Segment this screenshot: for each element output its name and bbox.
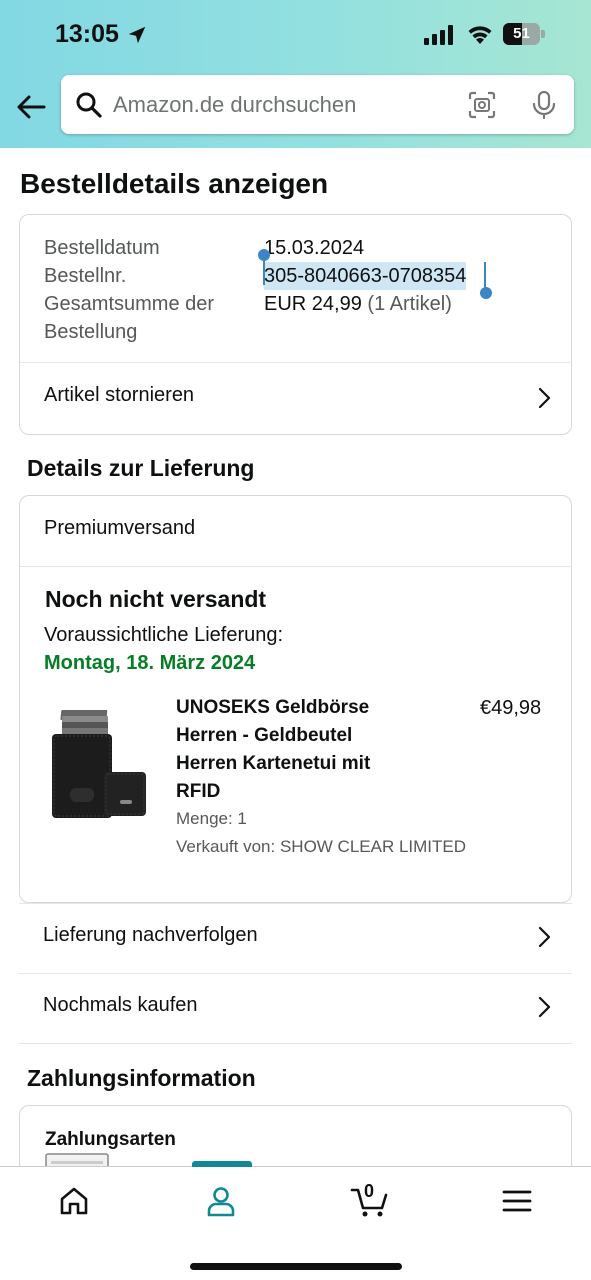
payment-methods-label: Zahlungsarten bbox=[45, 1129, 176, 1150]
battery-shell: 51 bbox=[503, 23, 540, 45]
bottom-navigation: 0 bbox=[0, 1161, 591, 1280]
app-header: 13:05 51 bbox=[0, 0, 591, 148]
home-indicator bbox=[190, 1263, 402, 1270]
expected-delivery-date: Montag, 18. März 2024 bbox=[44, 652, 256, 674]
cellular-signal-icon bbox=[424, 25, 453, 45]
order-total-items: (1 Artikel) bbox=[367, 293, 452, 315]
back-arrow-icon[interactable] bbox=[14, 90, 48, 124]
order-date-label: Bestelldatum bbox=[44, 237, 160, 259]
delivery-card: Premiumversand Noch nicht versandt Vorau… bbox=[19, 495, 572, 903]
product-title[interactable]: UNOSEKS Geldbörse Herren - Geldbeutel He… bbox=[176, 694, 426, 806]
order-number-value[interactable]: 305-8040663-0708354 bbox=[264, 262, 467, 290]
battery-indicator: 51 bbox=[503, 23, 545, 45]
home-icon[interactable] bbox=[57, 1184, 91, 1218]
chevron-right-icon bbox=[538, 996, 551, 1018]
expected-delivery-label: Voraussichtliche Lieferung: bbox=[44, 624, 284, 646]
order-date-value: 15.03.2024 bbox=[264, 237, 365, 259]
shipping-method: Premiumversand bbox=[44, 517, 196, 539]
status-time: 13:05 bbox=[55, 20, 119, 48]
order-summary-card: Bestelldatum 15.03.2024 Bestellnr. 305-8… bbox=[19, 214, 572, 435]
battery-nub bbox=[541, 30, 545, 38]
order-total-label-line2: Bestellung bbox=[44, 321, 138, 343]
order-total-label-line1: Gesamtsumme der bbox=[44, 293, 215, 315]
selection-end-bar bbox=[484, 262, 486, 290]
active-tab-indicator bbox=[192, 1161, 252, 1167]
order-total-value: EUR 24,99 (1 Artikel) bbox=[264, 290, 452, 318]
product-image[interactable] bbox=[50, 704, 150, 824]
page-title: Bestelldetails anzeigen bbox=[20, 168, 329, 199]
divider bbox=[20, 566, 570, 567]
search-input[interactable] bbox=[113, 85, 453, 125]
camera-scan-icon[interactable] bbox=[468, 91, 496, 119]
shipment-status: Noch nicht versandt bbox=[45, 586, 267, 612]
search-bar[interactable] bbox=[61, 75, 574, 134]
buy-again-row[interactable]: Nochmals kaufen bbox=[19, 973, 572, 1043]
payment-section-title: Zahlungsinformation bbox=[27, 1065, 256, 1091]
cancel-item-row[interactable]: Artikel stornieren bbox=[20, 363, 570, 434]
product-price: €49,98 bbox=[480, 697, 542, 719]
product-title-line-3: Herren Kartenetui mit bbox=[176, 753, 371, 774]
account-icon[interactable] bbox=[204, 1184, 238, 1218]
wifi-icon bbox=[468, 26, 492, 44]
location-arrow-icon bbox=[128, 26, 146, 44]
order-total-amount: EUR 24,99 bbox=[264, 293, 362, 315]
product-title-line-2: Herren - Geldbeutel bbox=[176, 725, 353, 746]
buy-again-label: Nochmals kaufen bbox=[43, 994, 198, 1016]
cart-count-badge: 0 bbox=[364, 1181, 375, 1201]
chevron-right-icon bbox=[538, 926, 551, 948]
order-number-label: Bestellnr. bbox=[44, 265, 127, 287]
menu-icon[interactable] bbox=[500, 1184, 534, 1218]
track-delivery-label: Lieferung nachverfolgen bbox=[43, 924, 258, 946]
delivery-section-title: Details zur Lieferung bbox=[27, 455, 255, 481]
cancel-item-label: Artikel stornieren bbox=[44, 384, 195, 406]
track-delivery-row[interactable]: Lieferung nachverfolgen bbox=[19, 903, 572, 973]
microphone-icon[interactable] bbox=[530, 90, 558, 120]
status-bar: 13:05 51 bbox=[0, 0, 591, 70]
product-title-line-4: RFID bbox=[176, 781, 221, 802]
selection-end-handle[interactable] bbox=[480, 287, 492, 299]
search-icon[interactable] bbox=[75, 91, 103, 119]
product-quantity: Menge: 1 bbox=[176, 809, 247, 828]
battery-percent: 51 bbox=[513, 25, 530, 42]
chevron-right-icon bbox=[538, 387, 551, 409]
product-seller: Verkauft von: SHOW CLEAR LIMITED bbox=[176, 837, 467, 856]
divider bbox=[19, 1043, 572, 1044]
product-title-line-1: UNOSEKS Geldbörse bbox=[176, 697, 370, 718]
selection-start-bar bbox=[263, 257, 265, 285]
